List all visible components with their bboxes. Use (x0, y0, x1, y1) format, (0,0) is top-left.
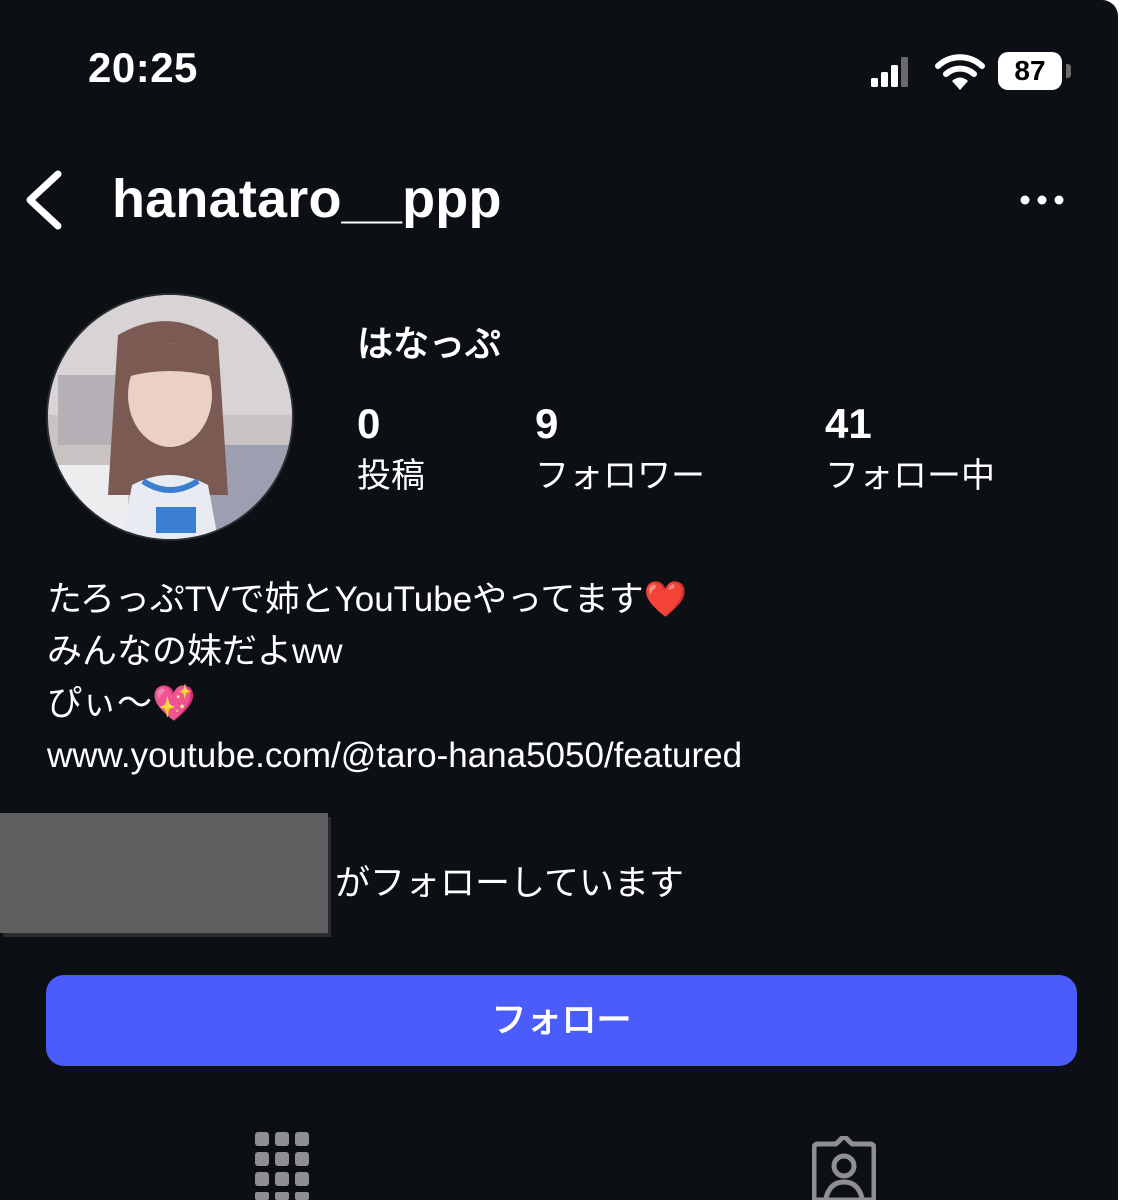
followers-count: 9 (535, 400, 559, 447)
following-label: フォロー中 (825, 457, 995, 495)
following-stat[interactable]: 41 フォロー中 (825, 398, 995, 502)
battery-level: 87 (998, 52, 1062, 90)
posts-label: 投稿 (357, 457, 425, 495)
chevron-left-icon[interactable] (18, 168, 78, 232)
bio-line-3: ぴぃ〜💖 (47, 678, 742, 730)
battery-cap (1066, 64, 1071, 78)
battery-icon: 87 (998, 52, 1072, 90)
wifi-icon (935, 54, 985, 90)
bio-line-2: みんなの妹だよww (47, 632, 343, 671)
signal-icon (871, 57, 908, 87)
profile-bio: たろっぷTVで姉とYouTubeやってます❤️ みんなの妹だよww ぴぃ〜💖 w… (47, 574, 742, 782)
status-time: 20:25 (88, 44, 198, 91)
bio-line-1: たろっぷTVで姉とYouTubeやってます❤️ (47, 574, 742, 626)
sparkling-heart-emoji: 💖 (152, 684, 196, 724)
bio-line-1-text: たろっぷTVで姉とYouTubeやってます (47, 580, 644, 619)
red-heart-emoji: ❤️ (643, 580, 688, 620)
avatar-photo (48, 295, 292, 539)
display-name: はなっぷ (357, 323, 502, 364)
avatar[interactable] (46, 293, 294, 541)
bio-link[interactable]: www.youtube.com/@taro-hana5050/featured (47, 730, 742, 782)
bio-line-3-text: ぴぃ〜 (47, 684, 153, 723)
followers-label: フォロワー (535, 457, 705, 495)
tagged-person-icon[interactable] (812, 1136, 876, 1200)
follow-button[interactable]: フォロー (46, 975, 1077, 1066)
followed-by-text[interactable]: がフォローしています (335, 855, 684, 906)
posts-count: 0 (357, 400, 381, 447)
profile-screen: 20:25 87 hanataro__ppp はなっぷ 0 投稿 9 フォロワー… (0, 0, 1118, 1200)
more-dots-icon[interactable] (1012, 180, 1082, 220)
followers-stat[interactable]: 9 フォロワー (535, 398, 705, 502)
posts-stat: 0 投稿 (357, 398, 425, 502)
profile-username: hanataro__ppp (112, 169, 502, 229)
following-count: 41 (825, 400, 872, 447)
redacted-followers (0, 813, 328, 933)
grid-icon[interactable] (255, 1132, 309, 1200)
